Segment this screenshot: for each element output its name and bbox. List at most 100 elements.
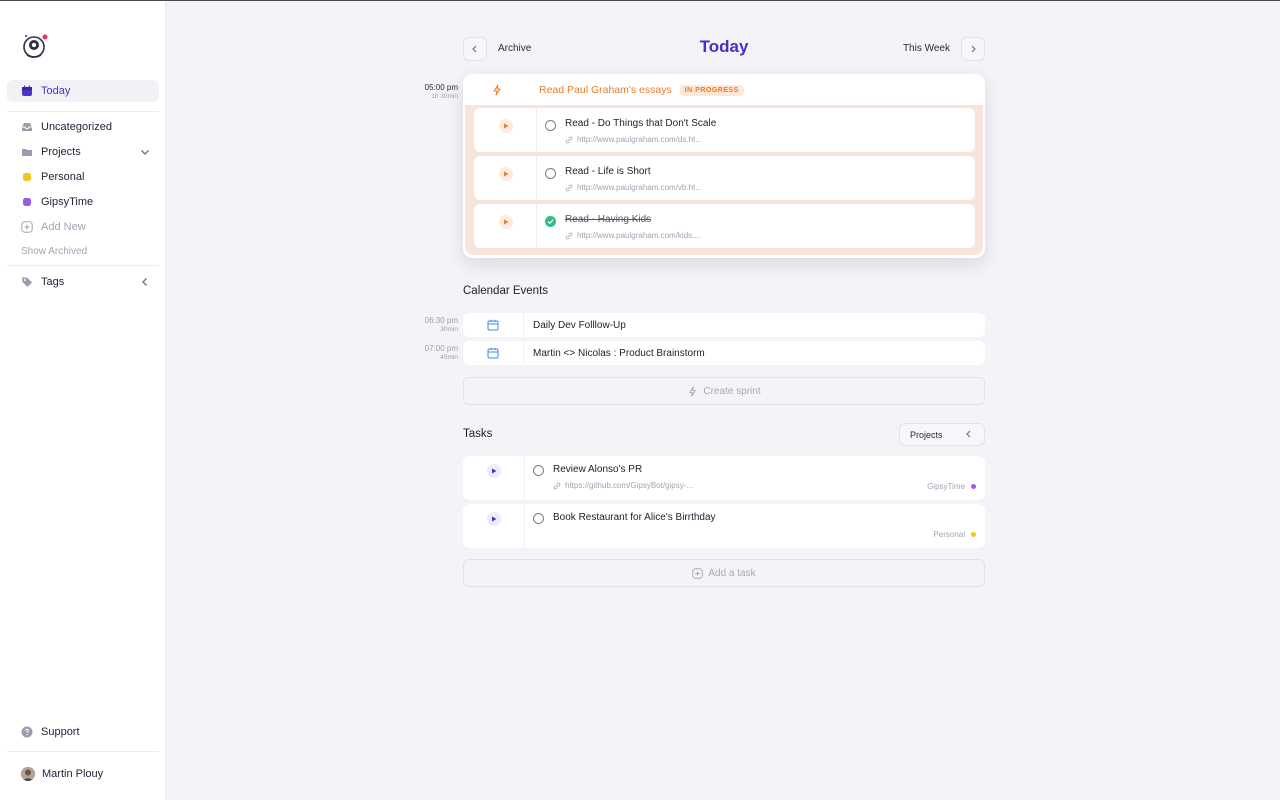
play-icon[interactable] <box>487 464 501 478</box>
calendar-icon <box>463 341 524 365</box>
task-link[interactable]: http://www.paulgraham.com/vb.ht... <box>565 183 702 192</box>
project-color-dot <box>21 171 33 183</box>
this-week-link[interactable]: This Week <box>903 43 950 54</box>
sidebar: Today Uncategorized Projects Personal Gi… <box>0 1 166 800</box>
calendar-event[interactable]: Martin <> Nicolas : Product Brainstorm <box>463 341 985 365</box>
task-link[interactable]: https://github.com/GipsyBot/gipsy-... <box>553 481 693 490</box>
task-project-tag[interactable]: Personal <box>933 530 976 539</box>
chevron-left-icon[interactable] <box>139 276 151 288</box>
avatar <box>21 767 35 781</box>
task-checkbox[interactable] <box>545 168 556 179</box>
prev-button[interactable] <box>463 37 487 61</box>
task-title: Read - Having Kids <box>565 214 652 225</box>
check-icon <box>547 219 554 225</box>
sprint-time: 05:00 pm 1h 30min <box>425 83 458 100</box>
user-profile[interactable]: Martin Plouy <box>7 763 159 785</box>
link-icon <box>565 232 573 239</box>
task-checkbox[interactable] <box>545 120 556 131</box>
sprint-task-list: Read - Do Things that Don't Scale http:/… <box>465 105 983 255</box>
play-icon[interactable] <box>499 167 513 181</box>
time-label: 06:30 pm <box>424 316 458 325</box>
chevron-right-icon <box>971 45 976 53</box>
plus-square-icon <box>692 567 704 579</box>
time-label: 07:00 pm <box>424 344 458 353</box>
sidebar-item-tags[interactable]: Tags <box>7 271 159 293</box>
task-link[interactable]: http://www.paulgraham.com/kids.... <box>565 231 701 240</box>
user-name: Martin Plouy <box>42 768 104 780</box>
sidebar-item-label: Personal <box>41 171 85 183</box>
project-name: GipsyTime <box>927 482 965 491</box>
duration-label: 30min <box>440 326 458 333</box>
chevron-down-icon[interactable] <box>139 146 151 158</box>
divider <box>524 456 525 500</box>
task-link-text: http://www.paulgraham.com/kids.... <box>577 231 702 240</box>
link-icon <box>553 482 561 489</box>
bolt-icon <box>463 84 530 96</box>
task-row[interactable]: Review Alonso's PR https://github.com/Gi… <box>463 456 985 500</box>
event-name: Daily Dev Folllow-Up <box>533 319 626 331</box>
task-link[interactable]: http://www.paulgraham.com/ds.ht... <box>565 135 702 144</box>
chevron-left-icon <box>964 429 974 441</box>
sprint-task[interactable]: Read - Do Things that Don't Scale http:/… <box>474 108 975 152</box>
archive-link[interactable]: Archive <box>498 43 531 54</box>
sidebar-item-gipsytime[interactable]: GipsyTime <box>7 191 159 213</box>
sidebar-item-today[interactable]: Today <box>7 80 159 102</box>
sidebar-item-personal[interactable]: Personal <box>7 166 159 188</box>
divider <box>536 204 537 248</box>
calendar-icon <box>463 313 524 337</box>
task-link-text: http://www.paulgraham.com/vb.ht... <box>577 183 702 192</box>
page-title: Today <box>699 37 749 56</box>
duration-label: 45min <box>440 354 458 361</box>
divider <box>7 751 159 752</box>
play-icon[interactable] <box>487 512 501 526</box>
app-logo[interactable] <box>20 31 50 61</box>
support-link[interactable]: Support <box>7 721 159 743</box>
sprint-task[interactable]: Read - Life is Short http://www.paulgrah… <box>474 156 975 200</box>
sidebar-item-uncategorized[interactable]: Uncategorized <box>7 116 159 138</box>
bolt-icon <box>689 385 697 397</box>
tag-icon <box>21 276 33 288</box>
sprint-name: Read Paul Graham's essays <box>539 84 672 96</box>
projects-filter-button[interactable]: Projects <box>899 423 985 446</box>
add-task-label: Add a task <box>708 567 756 579</box>
sidebar-item-label: Tags <box>41 276 65 288</box>
sprint-card[interactable]: Read Paul Graham's essays IN PROGRESS Re… <box>463 74 985 258</box>
project-color-dot <box>21 196 33 208</box>
project-color-dot <box>971 532 976 537</box>
play-icon[interactable] <box>499 119 513 133</box>
sidebar-item-label: Uncategorized <box>41 121 112 133</box>
sprint-header[interactable]: Read Paul Graham's essays IN PROGRESS <box>463 74 985 106</box>
play-icon[interactable] <box>499 215 513 229</box>
sidebar-item-show-archived[interactable]: Show Archived <box>7 240 159 262</box>
task-checkbox[interactable] <box>533 513 544 524</box>
next-button[interactable] <box>961 37 985 61</box>
folder-icon <box>21 146 33 158</box>
task-title: Review Alonso's PR <box>553 464 643 475</box>
event-time: 06:30 pm 30min <box>425 316 458 333</box>
task-checkbox-checked[interactable] <box>545 216 556 227</box>
task-link-text: http://www.paulgraham.com/ds.ht... <box>577 135 702 144</box>
time-label: 05:00 pm <box>424 83 458 92</box>
create-sprint-button[interactable]: Create sprint <box>463 377 985 405</box>
task-project-tag[interactable]: GipsyTime <box>927 482 976 491</box>
calendar-event[interactable]: Daily Dev Folllow-Up <box>463 313 985 337</box>
divider <box>536 156 537 200</box>
task-link-text: https://github.com/GipsyBot/gipsy-... <box>565 481 694 490</box>
sidebar-item-label: Projects <box>41 146 81 158</box>
sidebar-item-add-new[interactable]: Add New <box>7 216 159 238</box>
add-task-button[interactable]: Add a task <box>463 559 985 587</box>
duration-label: 1h 30min <box>431 93 458 100</box>
calendar-section-title: Calendar Events <box>463 285 549 297</box>
sidebar-item-projects[interactable]: Projects <box>7 141 159 163</box>
event-time: 07:00 pm 45min <box>425 344 458 361</box>
sidebar-item-label: GipsyTime <box>41 196 94 208</box>
project-color-dot <box>971 484 976 489</box>
task-row[interactable]: Book Restaurant for Alice's Birrthday Pe… <box>463 504 985 548</box>
divider <box>7 111 159 112</box>
plus-square-icon <box>21 221 33 233</box>
calendar-icon <box>21 85 33 97</box>
sprint-task[interactable]: Read - Having Kids http://www.paulgraham… <box>474 204 975 248</box>
task-checkbox[interactable] <box>533 465 544 476</box>
status-badge: IN PROGRESS <box>679 84 744 96</box>
sidebar-item-label: Today <box>41 85 71 97</box>
